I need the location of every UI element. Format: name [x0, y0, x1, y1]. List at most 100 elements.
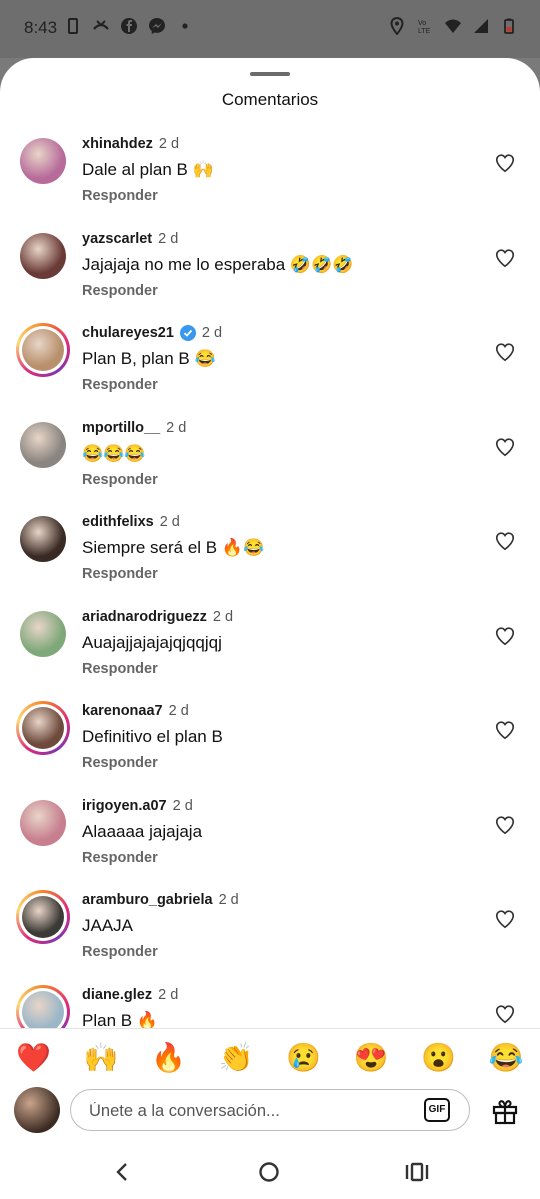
heart-icon[interactable] [494, 814, 516, 836]
comment-timestamp: 2 d [172, 797, 193, 814]
comment-username[interactable]: irigoyen.a07 [82, 798, 167, 814]
verified-badge-icon [179, 325, 196, 341]
avatar[interactable] [20, 232, 66, 279]
comment-text: Plan B, plan B 😂 [82, 349, 216, 368]
quick-emoji-button[interactable]: 👏 [214, 1041, 258, 1074]
comment-username[interactable]: edithfelixs [82, 514, 154, 530]
heart-icon[interactable] [494, 908, 516, 930]
avatar[interactable] [16, 323, 70, 377]
comment-row: chulareyes21 2 d Plan B, plan B 😂 Responder [0, 319, 540, 413]
comment-username[interactable]: karenonaa7 [82, 703, 163, 719]
comment-meta: chulareyes21 2 d [82, 325, 222, 341]
reply-button[interactable]: Responder [82, 661, 158, 677]
sheet-drag-handle[interactable] [250, 72, 290, 76]
avatar[interactable] [16, 890, 70, 944]
comment-username[interactable]: chulareyes21 [82, 325, 174, 341]
nav-back-icon[interactable] [112, 1161, 132, 1183]
status-system-icons: Vo LTE [388, 17, 518, 35]
reply-button[interactable]: Responder [82, 850, 158, 866]
quick-emoji-button[interactable]: 🙌 [79, 1041, 123, 1074]
comment-timestamp: 2 d [159, 514, 180, 530]
quick-emoji-button[interactable]: ❤️ [12, 1041, 56, 1074]
comment-text: Alaaaaa jajajaja [82, 821, 203, 841]
comment-text: Auajajjajajajqjqqjqj [82, 632, 222, 652]
reply-button[interactable]: Responder [82, 188, 158, 204]
comments-sheet: Comentarios xhinahdez 2 d Dale al plan B 🙌… [0, 58, 540, 1199]
comment-text: JAAJA [82, 916, 134, 935]
battery-saver-icon [68, 18, 78, 34]
comment-timestamp: 2 d [212, 608, 234, 625]
comment-meta: karenonaa7 2 d [82, 703, 189, 719]
comment-timestamp: 2 d [168, 703, 189, 719]
avatar[interactable] [16, 984, 70, 1028]
sheet-title: Comentarios [221, 90, 319, 109]
avatar[interactable] [20, 610, 66, 657]
comment-username[interactable]: mportillo__ [82, 420, 160, 436]
facebook-icon [121, 18, 137, 34]
heart-icon[interactable] [494, 152, 516, 174]
comment-text: Jajajaja no me lo esperaba 🤣🤣🤣 [82, 254, 354, 274]
comment-meta: ariadnarodriguezz 2 d [82, 609, 233, 625]
quick-emoji-bar: ❤️ 🙌 🔥 👏 😢 😍 😮 😂 [0, 1034, 540, 1080]
heart-icon[interactable] [494, 530, 516, 552]
quick-emoji-button[interactable]: 🔥 [147, 1041, 191, 1074]
comment-timestamp: 2 d [158, 136, 180, 152]
android-nav-bar [0, 1147, 540, 1199]
comment-meta: diane.glez 2 d [82, 987, 178, 1003]
avatar[interactable] [20, 799, 66, 846]
comment-username[interactable]: yazscarlet [82, 231, 152, 247]
more-notifications-dot-icon [182, 23, 188, 29]
reply-button[interactable]: Responder [82, 472, 158, 488]
comment-composer[interactable]: GIF [70, 1089, 470, 1132]
divider [0, 1028, 540, 1029]
comment-row: edithfelixs 2 d Siempre será el B 🔥😂 Respon… [0, 508, 540, 602]
reply-button[interactable]: Responder [82, 283, 158, 299]
comment-username[interactable]: diane.glez [82, 987, 152, 1003]
current-user-avatar [14, 1087, 60, 1133]
comment-username[interactable]: ariadnarodriguezz [82, 609, 207, 625]
quick-emoji-button[interactable]: 😢 [282, 1041, 326, 1074]
comment-text: 😂😂😂 [82, 443, 146, 463]
comment-username[interactable]: aramburo_gabriela [82, 892, 213, 908]
comment-row: irigoyen.a07 2 d Alaaaaa jajajaja Responder [0, 792, 540, 886]
comment-timestamp: 2 d [166, 419, 187, 436]
comment-username[interactable]: xhinahdez [82, 136, 153, 152]
svg-text:Vo: Vo [418, 20, 426, 27]
status-time: 8:43 [24, 18, 58, 37]
avatar[interactable] [16, 701, 70, 755]
nav-recents-icon[interactable] [404, 1161, 430, 1183]
gift-icon[interactable] [490, 1096, 520, 1126]
comment-input[interactable] [87, 1090, 411, 1132]
comment-text: Definitivo el plan B [82, 727, 223, 746]
heart-icon[interactable] [494, 1003, 516, 1025]
comment-timestamp: 2 d [201, 325, 223, 341]
comments-list[interactable]: xhinahdez 2 d Dale al plan B 🙌 Responder yaz… [0, 130, 540, 1028]
status-notification-icons [64, 17, 194, 35]
comment-timestamp: 2 d [158, 230, 179, 247]
heart-icon[interactable] [494, 719, 516, 741]
heart-icon[interactable] [494, 436, 516, 458]
avatar[interactable] [20, 138, 66, 184]
comment-meta: aramburo_gabriela 2 d [82, 892, 239, 908]
comment-row: diane.glez2 dPlan B 🔥Responder [0, 981, 540, 1029]
wifi-icon [445, 19, 461, 33]
avatar[interactable] [20, 421, 66, 468]
reply-button[interactable]: Responder [82, 377, 158, 393]
comment-meta: irigoyen.a07 2 d [82, 798, 193, 814]
heart-icon[interactable] [494, 625, 516, 647]
heart-icon[interactable] [494, 247, 516, 269]
gif-button[interactable]: GIF [424, 1098, 450, 1122]
reply-button[interactable]: Responder [82, 566, 158, 582]
heart-icon[interactable] [494, 341, 516, 363]
reply-button[interactable]: Responder [82, 944, 158, 960]
missed-call-icon [93, 20, 109, 30]
comment-meta: yazscarlet 2 d [82, 231, 178, 247]
signal-icon [474, 19, 488, 33]
quick-emoji-button[interactable]: 😂 [484, 1041, 528, 1074]
quick-emoji-button[interactable]: 😍 [349, 1041, 393, 1074]
quick-emoji-button[interactable]: 😮 [417, 1041, 461, 1074]
avatar[interactable] [20, 516, 66, 562]
comment-text: Plan B 🔥 [82, 1010, 158, 1029]
reply-button[interactable]: Responder [82, 755, 158, 771]
nav-home-icon[interactable] [258, 1161, 280, 1183]
